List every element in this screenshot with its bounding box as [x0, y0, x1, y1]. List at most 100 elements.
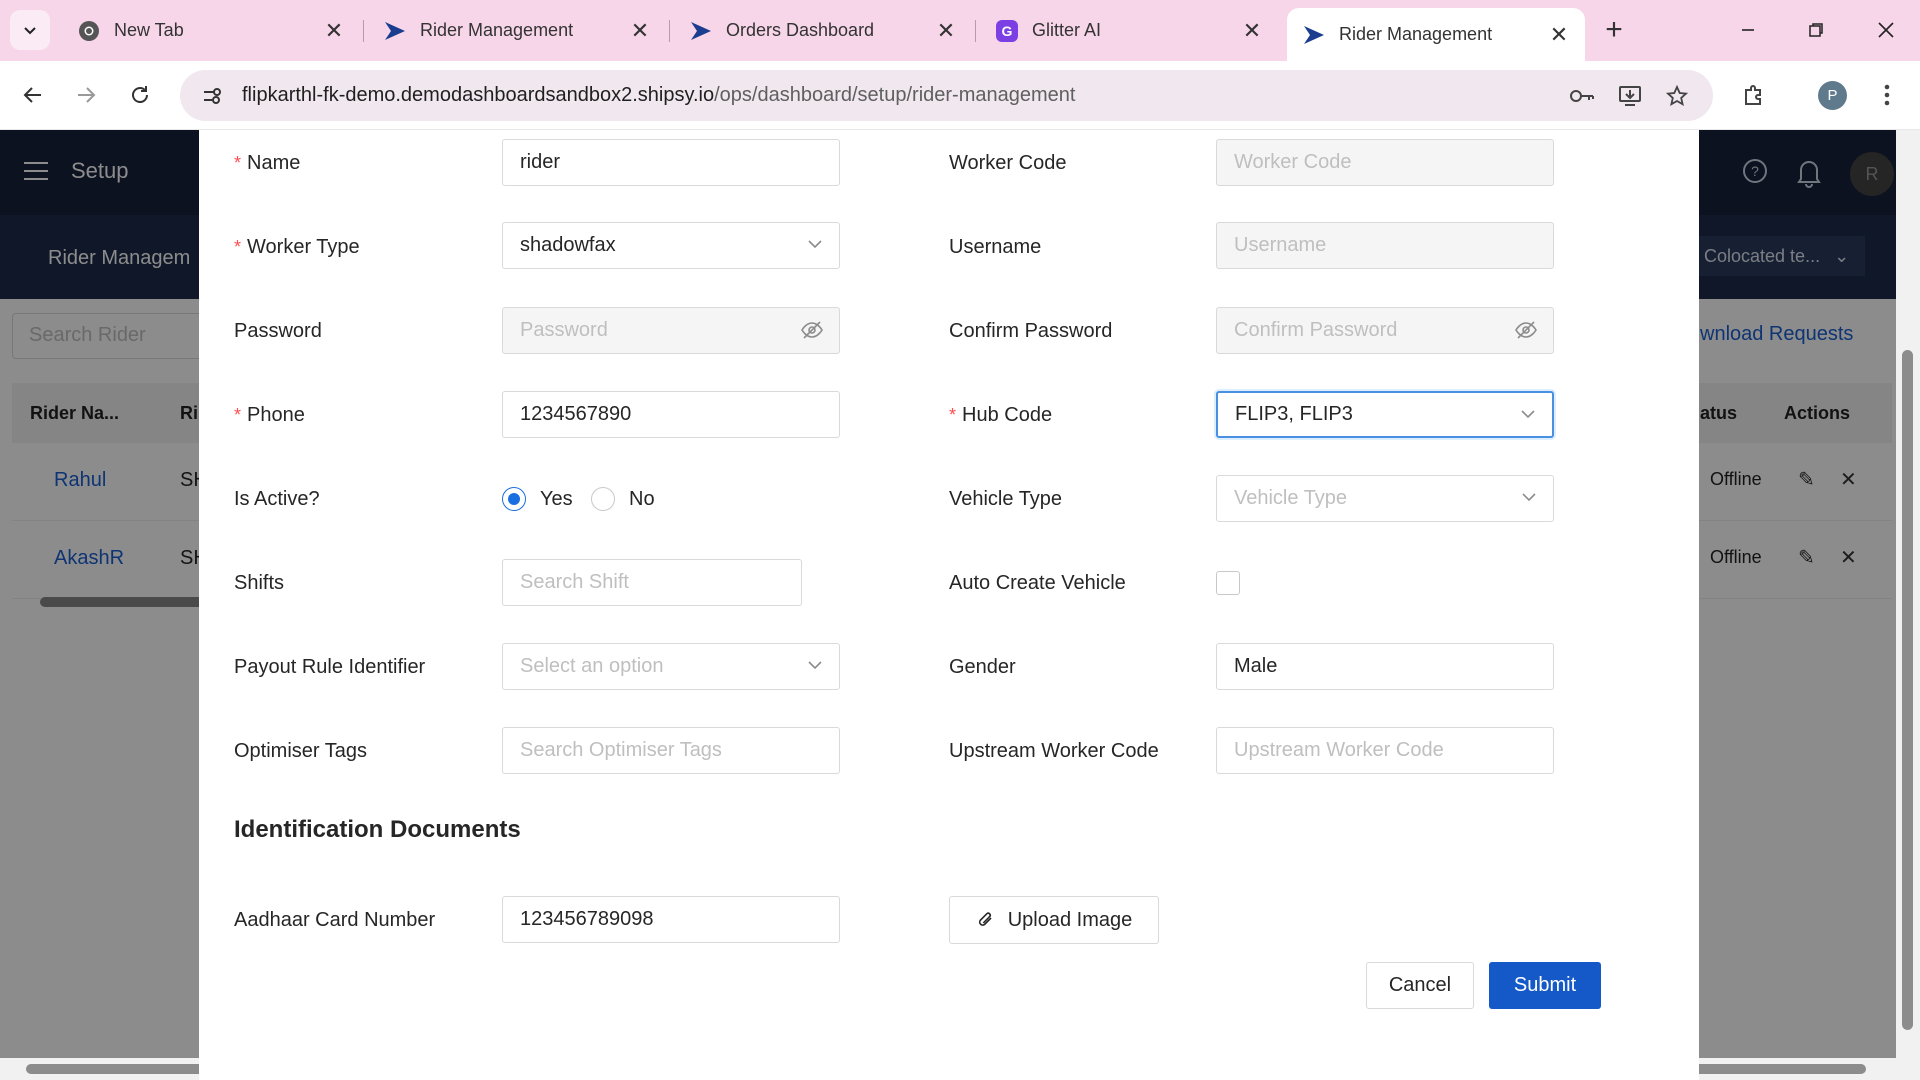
aadhaar-input[interactable]: 123456789098	[502, 896, 840, 943]
puzzle-icon	[1745, 85, 1761, 105]
tab-orders-dashboard[interactable]: Orders Dashboard ✕	[674, 8, 972, 53]
svg-text:G: G	[1002, 23, 1013, 39]
site-info-icon[interactable]	[196, 80, 228, 112]
close-icon[interactable]: ✕	[1240, 18, 1264, 44]
gender-input[interactable]: Male	[1216, 643, 1554, 690]
window-close-button[interactable]	[1862, 8, 1910, 52]
chrome-icon	[76, 18, 102, 44]
browser-menu-button[interactable]	[1866, 74, 1908, 116]
restore-button[interactable]	[1792, 8, 1840, 52]
tab-title: Rider Management	[420, 20, 574, 40]
address-bar[interactable]: flipkarthl-fk-demo.demodashboardsandbox2…	[180, 70, 1713, 121]
install-app-icon[interactable]	[1613, 79, 1647, 113]
shipsy-icon	[1301, 22, 1327, 48]
minimize-icon	[1742, 29, 1754, 31]
eye-invisible-icon[interactable]	[1515, 320, 1537, 346]
name-label: * Name	[234, 152, 301, 174]
tab-rider-management[interactable]: Rider Management ✕	[368, 8, 666, 53]
submit-button[interactable]: Submit	[1489, 962, 1601, 1009]
tab-title: New Tab	[114, 20, 184, 40]
identification-documents-title: Identification Documents	[234, 816, 521, 843]
add-rider-modal: * Name rider Worker Code Worker Code * Wor…	[199, 130, 1699, 1080]
password-label: Password	[234, 320, 322, 342]
payout-rule-select[interactable]: Select an option	[502, 643, 840, 690]
worker-type-label: * Worker Type	[234, 236, 360, 258]
shifts-label: Shifts	[234, 572, 285, 594]
browser-tab-bar: New Tab ✕ Rider Management ✕ Orders Dash…	[0, 0, 1920, 61]
tab-title: Rider Management	[1339, 24, 1493, 44]
cancel-button[interactable]: Cancel	[1366, 962, 1474, 1009]
tab-separator	[975, 20, 976, 42]
payout-rule-label: Payout Rule Identifier	[234, 656, 426, 678]
tab-title: Orders Dashboard	[726, 20, 875, 40]
tab-title: Glitter AI	[1032, 20, 1102, 40]
username-input: Username	[1216, 222, 1554, 269]
chevron-down-icon	[807, 656, 823, 679]
paperclip-icon	[978, 912, 992, 926]
gender-label: Gender	[949, 656, 1016, 678]
glitter-icon: G	[994, 18, 1020, 44]
close-icon[interactable]: ✕	[1547, 22, 1571, 48]
eye-invisible-icon[interactable]	[801, 320, 823, 346]
reload-button[interactable]	[119, 74, 161, 116]
more-vertical-icon	[1884, 84, 1890, 106]
auto-create-vehicle-label: Auto Create Vehicle	[949, 572, 1126, 594]
shipsy-icon	[382, 18, 408, 44]
restore-icon	[1809, 23, 1823, 37]
url-host: flipkarthl-fk-demo.demodashboardsandbox2…	[242, 84, 715, 106]
phone-input[interactable]: 1234567890	[502, 391, 840, 438]
username-label: Username	[949, 236, 1042, 258]
is-active-no-radio[interactable]: No	[591, 487, 655, 511]
hub-code-label: * Hub Code	[949, 404, 1053, 426]
browser-toolbar: flipkarthl-fk-demo.demodashboardsandbox2…	[0, 61, 1920, 130]
phone-label: * Phone	[234, 404, 305, 426]
close-icon[interactable]: ✕	[628, 18, 652, 44]
close-icon[interactable]: ✕	[934, 18, 958, 44]
optimiser-tags-label: Optimiser Tags	[234, 740, 368, 762]
is-active-yes-radio[interactable]: Yes	[502, 487, 573, 511]
vehicle-type-select[interactable]: Vehicle Type	[1216, 475, 1554, 522]
hub-code-select[interactable]: FLIP3, FLIP3	[1216, 391, 1554, 438]
tab-separator	[669, 20, 670, 42]
chevron-down-icon	[1520, 405, 1536, 428]
tab-rider-management-active[interactable]: Rider Management ✕	[1287, 8, 1585, 61]
radio-circle	[502, 487, 526, 511]
chevron-down-icon	[24, 27, 36, 35]
password-key-icon[interactable]	[1565, 79, 1599, 113]
tab-new-tab[interactable]: New Tab ✕	[62, 8, 360, 53]
name-input[interactable]: rider	[502, 139, 840, 186]
worker-type-select[interactable]: shadowfax	[502, 222, 840, 269]
is-active-label: Is Active?	[234, 488, 320, 510]
url-text: flipkarthl-fk-demo.demodashboardsandbox2…	[242, 84, 1075, 107]
close-icon	[1878, 22, 1894, 38]
tab-search-button[interactable]	[10, 10, 50, 50]
shifts-search-input[interactable]: Search Shift	[502, 559, 802, 606]
worker-code-input: Worker Code	[1216, 139, 1554, 186]
confirm-password-input: Confirm Password	[1216, 307, 1554, 354]
tab-glitter-ai[interactable]: G Glitter AI ✕	[980, 8, 1278, 53]
aadhaar-label: Aadhaar Card Number	[234, 909, 436, 931]
radio-circle	[591, 487, 615, 511]
new-tab-button[interactable]: +	[1596, 12, 1632, 48]
reload-icon	[132, 86, 148, 103]
arrow-left-icon	[23, 87, 41, 103]
chevron-down-icon	[807, 235, 823, 258]
upload-image-button[interactable]: Upload Image	[949, 896, 1159, 944]
back-button[interactable]	[12, 74, 54, 116]
minimize-button[interactable]	[1724, 8, 1772, 52]
close-icon[interactable]: ✕	[322, 18, 346, 44]
optimiser-tags-input[interactable]: Search Optimiser Tags	[502, 727, 840, 774]
tab-separator	[363, 20, 364, 42]
shipsy-icon	[688, 18, 714, 44]
profile-avatar[interactable]: P	[1818, 81, 1847, 110]
forward-button[interactable]	[65, 74, 107, 116]
upstream-worker-code-label: Upstream Worker Code	[949, 740, 1159, 762]
page-vertical-scrollbar[interactable]	[1896, 130, 1920, 1080]
upload-image-label: Upload Image	[1007, 908, 1133, 931]
bookmark-star-icon[interactable]	[1660, 79, 1694, 113]
password-input: Password	[502, 307, 840, 354]
auto-create-vehicle-checkbox[interactable]	[1216, 571, 1240, 595]
upstream-worker-code-input[interactable]: Upstream Worker Code	[1216, 727, 1554, 774]
worker-code-label: Worker Code	[949, 152, 1067, 174]
extensions-button[interactable]	[1733, 74, 1775, 116]
